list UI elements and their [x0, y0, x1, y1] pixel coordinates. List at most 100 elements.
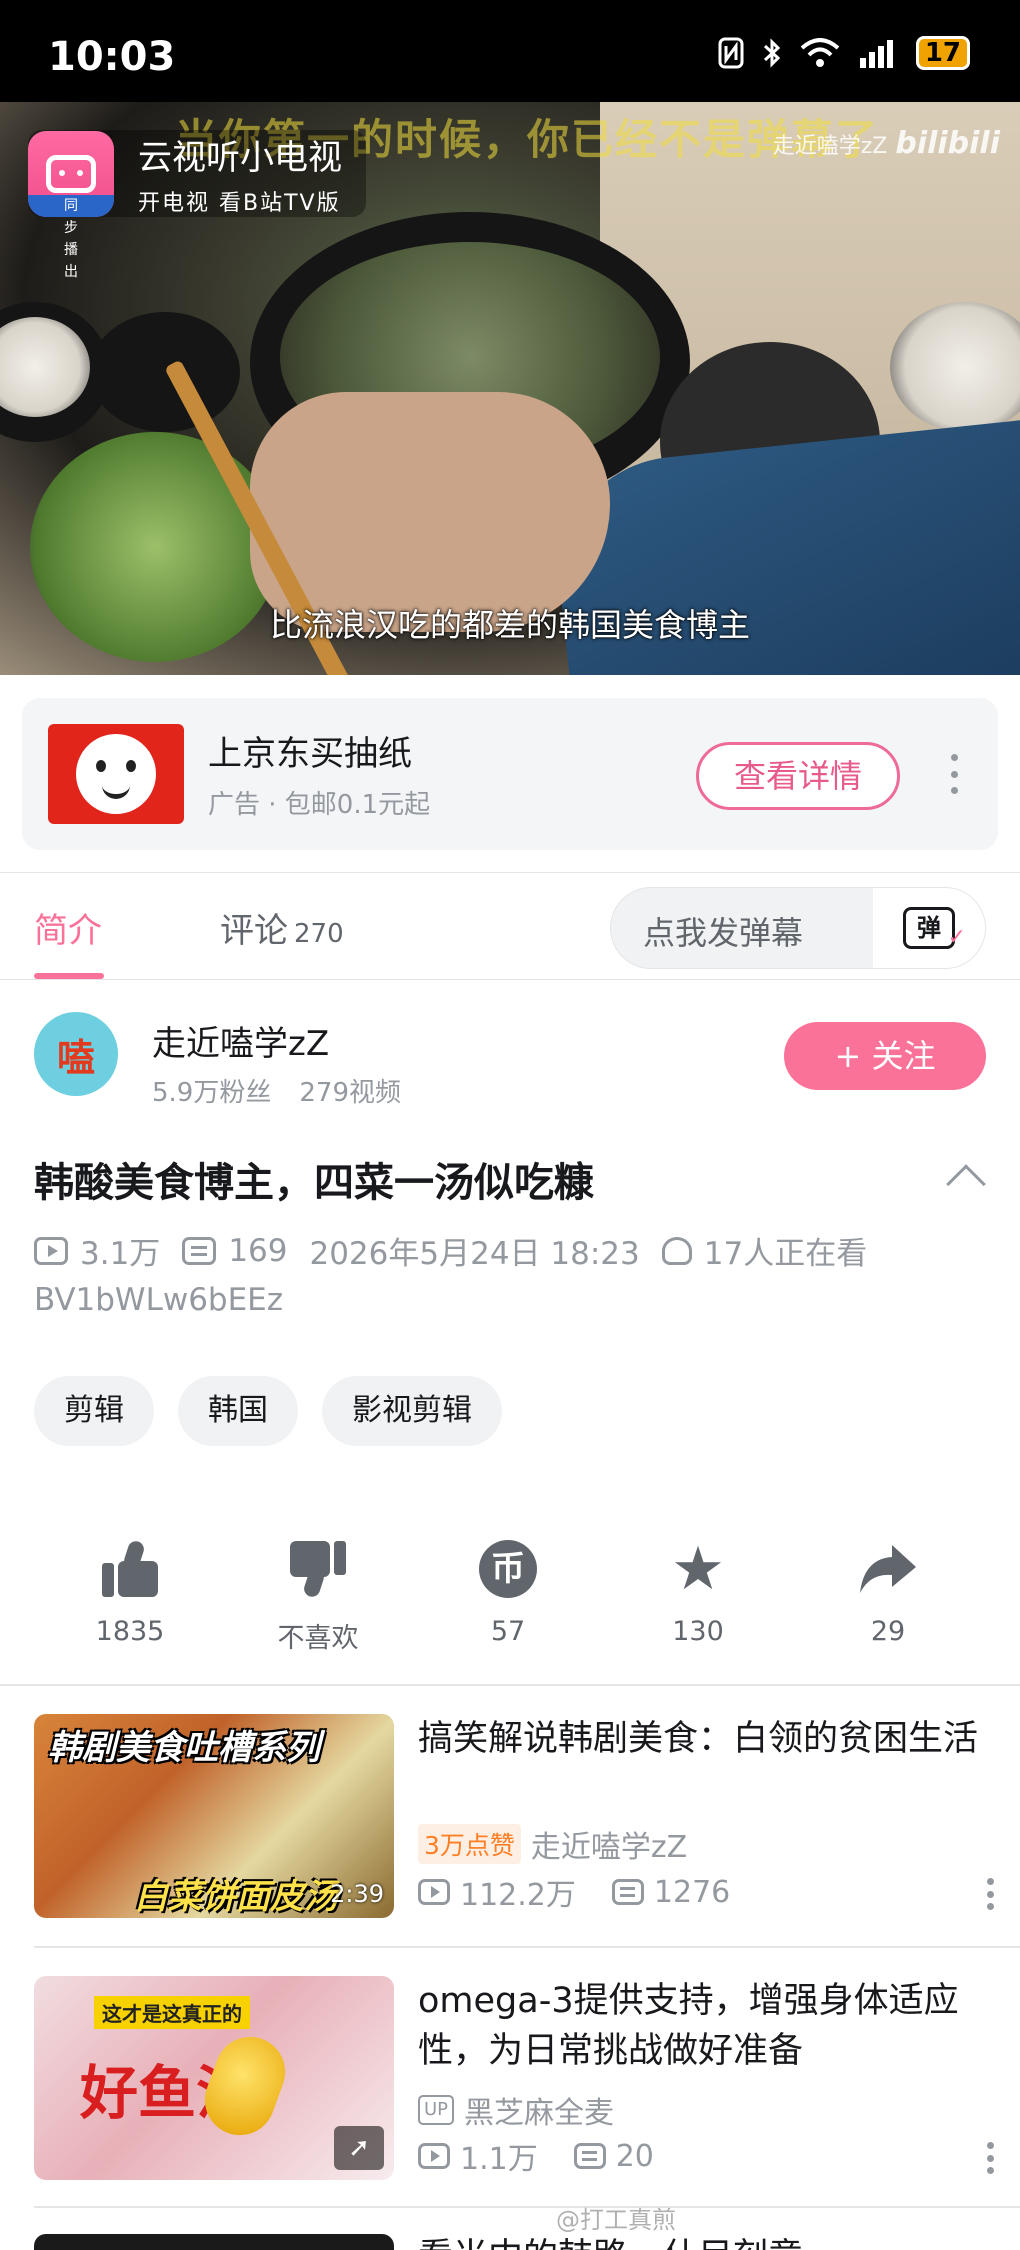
- favorite-button[interactable]: ★ 130: [618, 1534, 778, 1647]
- danmaku-count-icon: [611, 1879, 644, 1905]
- uploader-followers: 5.9万粉丝: [152, 1078, 272, 1108]
- item-divider: [34, 1946, 1020, 1948]
- watermark-uploader: 走近嗑学zZ: [772, 134, 888, 159]
- more-dots-icon: [986, 1878, 994, 1910]
- action-bar: 1835 不喜欢 币 57 ★ 130 29: [0, 1534, 1020, 1654]
- thumb-caption-top: 这才是这真正的: [94, 1996, 250, 2029]
- danmaku-count-value: 169: [228, 1232, 288, 1269]
- rec-more-button[interactable]: [986, 2142, 994, 2174]
- ad-detail-button[interactable]: 查看详情: [696, 742, 900, 810]
- rec-author-row: 3万点赞 走近嗑学zZ: [418, 1822, 687, 1866]
- section-divider: [0, 1684, 1020, 1686]
- like-count: 1835: [95, 1616, 165, 1647]
- tv-promo-badge[interactable]: 同步播出 云视听小电视 开电视 看B站TV版: [28, 130, 366, 280]
- tag-item[interactable]: 韩国: [178, 1376, 298, 1446]
- ad-subtitle: 广告 · 包邮0.1元起: [208, 790, 431, 820]
- star-icon: ★: [671, 1534, 725, 1604]
- page-title: 韩酸美食博主，四菜一汤似吃糠: [34, 1160, 594, 1206]
- danmaku-input[interactable]: 点我发弹幕 弹: [610, 887, 986, 969]
- tag-list: 剪辑 韩国 影视剪辑: [34, 1376, 502, 1446]
- rec-views-value: 112.2万: [460, 1878, 576, 1913]
- rec-title-partial[interactable]: 看当中的韩路，什目刻意: [418, 2232, 803, 2250]
- battery-icon: 17: [915, 36, 970, 70]
- jd-logo-icon: [48, 724, 184, 824]
- rec-author-row: UP 黑芝麻全麦: [418, 2088, 614, 2132]
- coin-icon: 币: [479, 1540, 537, 1598]
- watching-count: 17人正在看: [661, 1228, 867, 1273]
- danmaku-placeholder: 点我发弹幕: [643, 914, 804, 952]
- tv-face-icon: [46, 154, 96, 193]
- rec-danmaku: 1276: [611, 1874, 731, 1910]
- rec-views: 112.2万: [418, 1870, 576, 1914]
- publish-date: 2026年5月24日 18:23: [309, 1236, 640, 1272]
- people-icon: [661, 1236, 692, 1265]
- more-dots-icon: [986, 2142, 994, 2174]
- chevron-up-icon[interactable]: [946, 1164, 986, 1204]
- video-player[interactable]: 当你第一的时候，你已经不是弹幕了 走近嗑学zZ bilibili 同步播出 云视听…: [0, 102, 1020, 675]
- danmaku-count-icon: [573, 2143, 606, 2169]
- danmaku-count: 169: [182, 1233, 287, 1269]
- rec-author: 走近嗑学zZ: [530, 1830, 688, 1865]
- item-divider: [34, 2206, 1020, 2208]
- rec-thumbnail[interactable]: 这才是这真正的 好鱼油 ➚: [34, 1976, 394, 2180]
- tag-item[interactable]: 剪辑: [34, 1376, 154, 1446]
- rec-more-button[interactable]: [986, 1878, 994, 1910]
- rec-title[interactable]: 搞笑解说韩剧美食：白领的贫困生活: [418, 1714, 998, 1764]
- rec-views: 1.1万: [418, 2134, 538, 2178]
- rec-title[interactable]: omega-3提供支持，增强身体适应性，为日常挑战做好准备: [418, 1976, 998, 2076]
- rec-thumbnail-partial[interactable]: [34, 2234, 394, 2250]
- tag-item[interactable]: 影视剪辑: [322, 1376, 502, 1446]
- like-button[interactable]: 1835: [50, 1534, 210, 1647]
- tab-comments[interactable]: 评论 270: [220, 903, 344, 952]
- rec-author: 黑芝麻全麦: [464, 2096, 615, 2131]
- tab-active-indicator: [34, 973, 104, 979]
- uploader-stats: 5.9万粉丝 279视频: [152, 1072, 401, 1109]
- ad-card[interactable]: 上京东买抽纸 广告 · 包邮0.1元起 查看详情: [22, 698, 998, 850]
- video-beans-bowl: [90, 312, 240, 432]
- share-count: 29: [870, 1616, 906, 1647]
- tv-logo-icon: 同步播出: [28, 130, 114, 280]
- rec-stats: 1.1万 20: [418, 2134, 690, 2178]
- tv-promo-title: 云视听小电视: [138, 138, 342, 178]
- tv-sync-tag: 同步播出: [28, 194, 114, 280]
- avatar[interactable]: 嗑: [34, 1012, 118, 1096]
- list-item[interactable]: 这才是这真正的 好鱼油 ➚ omega-3提供支持，增强身体适应性，为日常挑战做…: [34, 1976, 994, 2180]
- thumb-down-icon: [290, 1541, 346, 1599]
- view-count-value: 3.1万: [80, 1236, 161, 1272]
- share-icon: [860, 1545, 916, 1593]
- status-bar: 10:03 17: [0, 0, 1020, 102]
- play-count-icon: [34, 1236, 68, 1265]
- bvid: BV1bWLw6bEEz: [34, 1282, 284, 1318]
- like-badge: 3万点赞: [418, 1824, 521, 1864]
- video-meta: 3.1万 169 2026年5月24日 18:23 17人正在看: [34, 1228, 889, 1273]
- coin-count: 57: [490, 1616, 526, 1647]
- tab-intro[interactable]: 简介: [34, 903, 102, 952]
- thumb-caption-bottom: 白菜饼面皮汤: [134, 1877, 338, 1917]
- uploader-videos: 279视频: [299, 1078, 401, 1108]
- dislike-label: 不喜欢: [277, 1623, 359, 1654]
- nfc-icon: [718, 37, 744, 69]
- jd-dog-icon: [76, 734, 156, 814]
- dislike-button[interactable]: 不喜欢: [238, 1534, 398, 1655]
- danmaku-toggle-button[interactable]: 弹: [873, 888, 985, 968]
- uploader-name[interactable]: 走近嗑学zZ: [152, 1016, 329, 1065]
- follow-button[interactable]: + 关注: [784, 1022, 986, 1090]
- more-dots-icon: [950, 754, 958, 794]
- rec-stats: 112.2万 1276: [418, 1870, 766, 1914]
- rec-thumbnail[interactable]: 韩剧美食吐槽系列 白菜饼面皮汤 2:39: [34, 1714, 394, 1918]
- favorite-count: 130: [672, 1616, 724, 1647]
- coin-button[interactable]: 币 57: [428, 1534, 588, 1647]
- bilibili-logo: bilibili: [895, 126, 1000, 161]
- rec-danmaku-value: 1276: [653, 1874, 731, 1910]
- ad-title: 上京东买抽纸: [208, 734, 412, 774]
- thumb-caption-top: 韩剧美食吐槽系列: [48, 1728, 320, 1768]
- status-time: 10:03: [48, 34, 176, 80]
- play-count-icon: [418, 1879, 450, 1905]
- list-item[interactable]: 韩剧美食吐槽系列 白菜饼面皮汤 2:39 搞笑解说韩剧美食：白领的贫困生活 3万…: [34, 1714, 994, 1918]
- thumb-up-icon: [102, 1539, 158, 1597]
- tv-promo-subtitle: 开电视 看B站TV版: [138, 191, 341, 216]
- ad-more-button[interactable]: [950, 754, 958, 794]
- video-duration: 2:39: [330, 1880, 384, 1908]
- status-icons: 17: [718, 36, 970, 70]
- share-button[interactable]: 29: [808, 1534, 968, 1647]
